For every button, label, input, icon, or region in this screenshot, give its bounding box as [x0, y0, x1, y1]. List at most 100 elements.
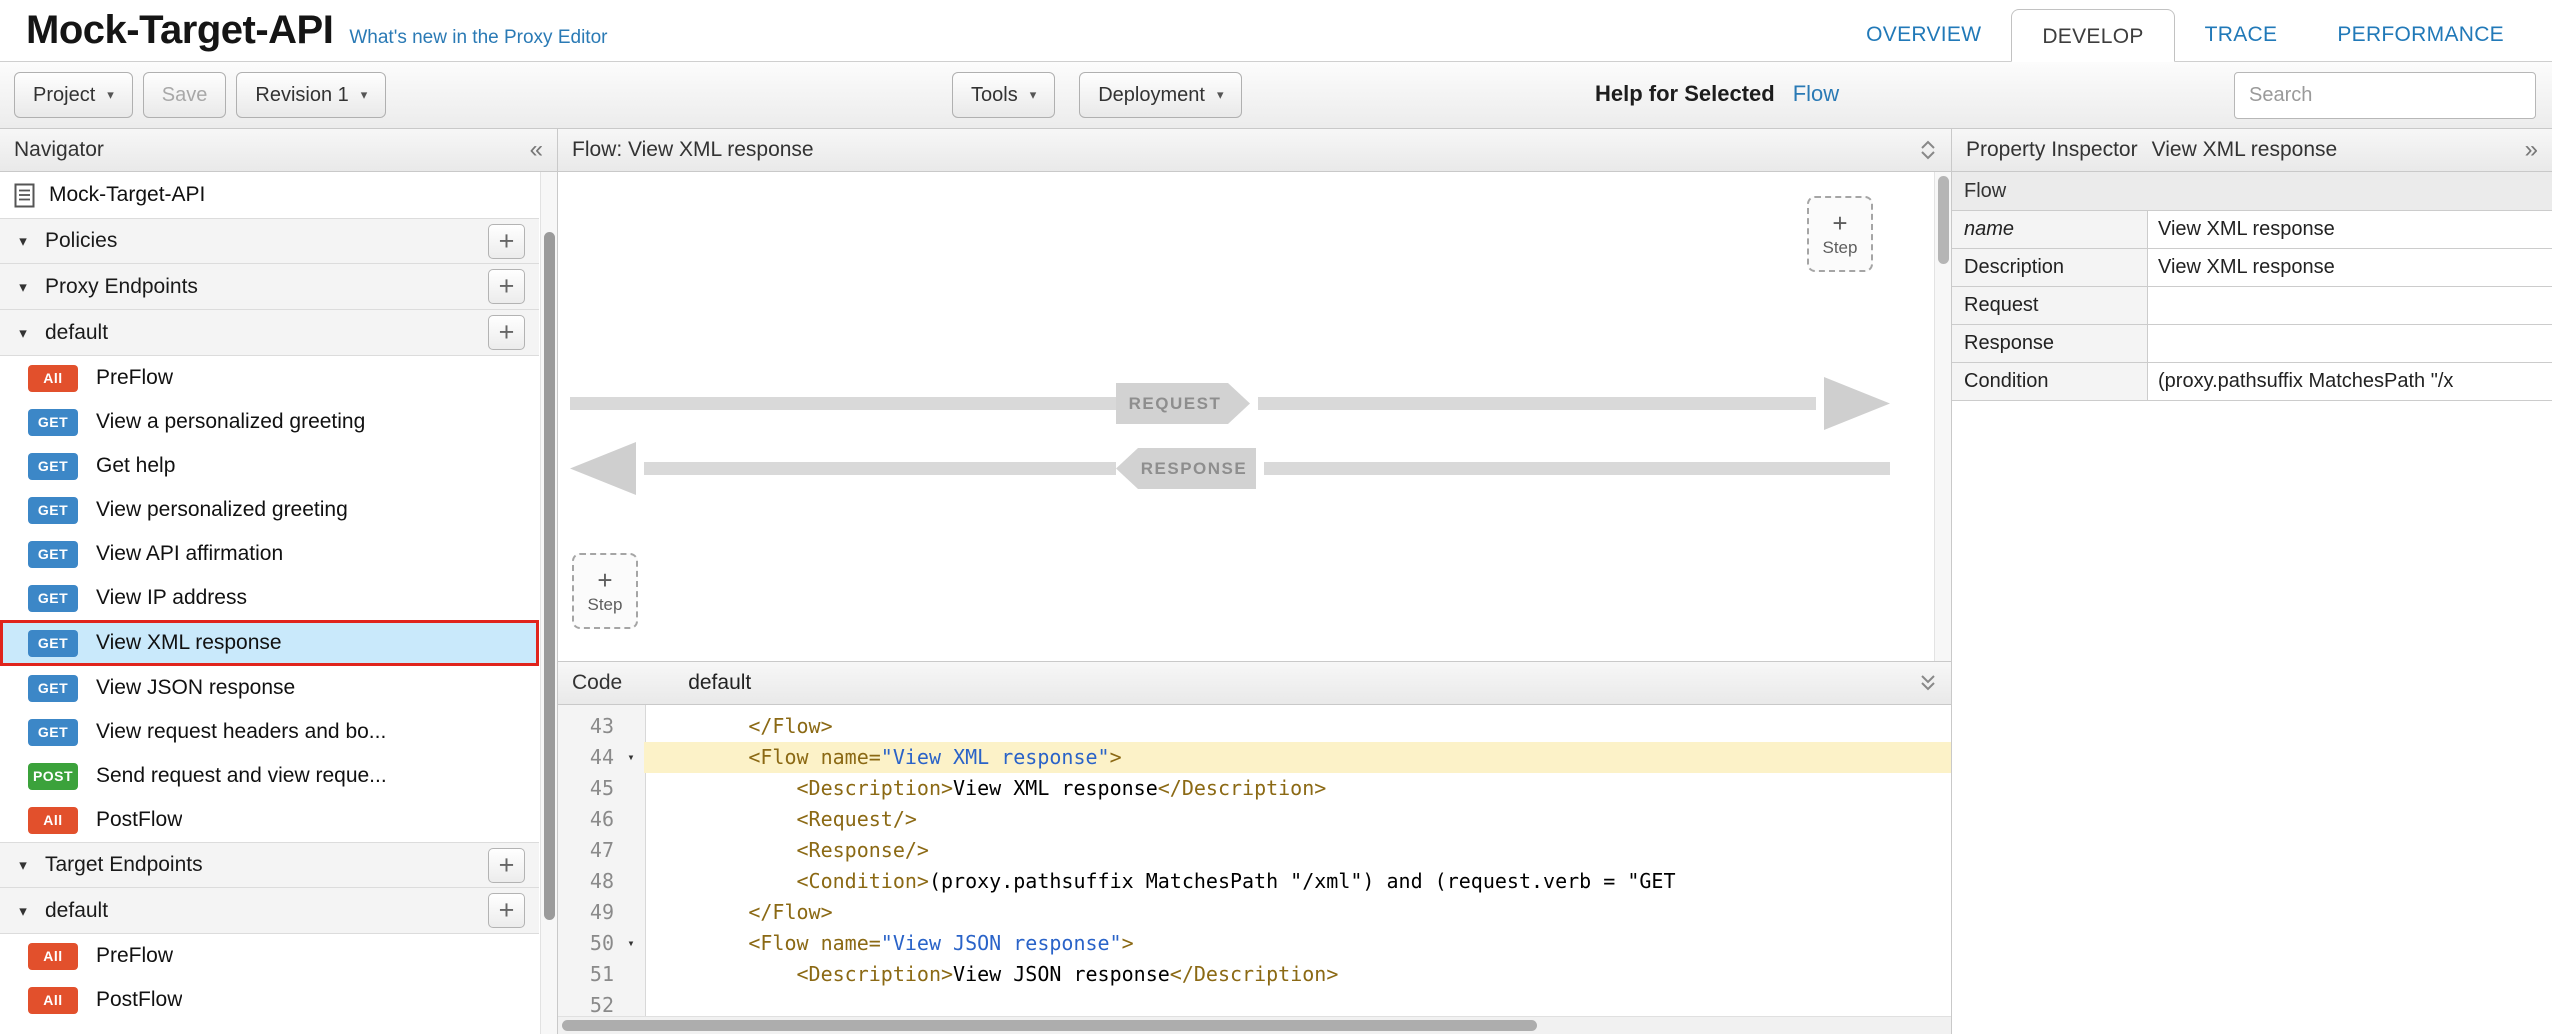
code-line[interactable]: 49 </Flow>: [558, 897, 1951, 928]
tab-performance[interactable]: PERFORMANCE: [2307, 8, 2534, 61]
nav-section-proxy-default[interactable]: ▾ default +: [0, 310, 539, 356]
fold-spacer: [618, 897, 644, 928]
add-proxy-endpoint-button[interactable]: +: [488, 269, 525, 304]
app-header: Mock-Target-API What's new in the Proxy …: [0, 0, 2552, 62]
nav-flow-item[interactable]: GETView personalized greeting: [0, 488, 539, 532]
add-target-flow-button[interactable]: +: [488, 893, 525, 928]
proxy-default-label: default: [45, 321, 108, 345]
flow-canvas-scrollbar[interactable]: [1934, 172, 1951, 661]
revision-menu-button[interactable]: Revision 1 ▾: [236, 72, 386, 118]
tab-overview[interactable]: OVERVIEW: [1836, 8, 2011, 61]
tab-trace[interactable]: TRACE: [2175, 8, 2308, 61]
nav-flow-item[interactable]: GETGet help: [0, 444, 539, 488]
toolbar: Project ▾ Save Revision 1 ▾ Tools ▾ Depl…: [0, 62, 2552, 129]
collapse-expand-vertical-icon[interactable]: [1919, 139, 1937, 161]
property-label: name: [1952, 211, 2148, 248]
nav-flow-label: PreFlow: [96, 366, 173, 390]
code-line[interactable]: 44▾ <Flow name="View XML response">: [558, 742, 1951, 773]
nav-flow-item[interactable]: AllPreFlow: [0, 934, 539, 978]
nav-flow-item[interactable]: GETView API affirmation: [0, 532, 539, 576]
fold-caret-icon[interactable]: ▾: [618, 742, 644, 773]
navigator-scrollbar[interactable]: [540, 172, 557, 1034]
code-horizontal-scrollbar[interactable]: [558, 1016, 1951, 1034]
code-line[interactable]: 50▾ <Flow name="View JSON response">: [558, 928, 1951, 959]
code-line-text: <Flow name="View JSON response">: [644, 928, 1951, 959]
nav-flow-label: View JSON response: [96, 676, 295, 700]
code-tab-default[interactable]: default: [688, 671, 751, 695]
collapse-navigator-icon[interactable]: «: [530, 138, 543, 162]
property-inspector-header: Property Inspector View XML response »: [1952, 129, 2552, 172]
add-target-endpoint-button[interactable]: +: [488, 848, 525, 883]
nav-flow-label: View XML response: [96, 631, 282, 655]
add-step-request-button[interactable]: + Step: [1807, 196, 1873, 272]
double-chevron-down-icon[interactable]: [1919, 672, 1937, 694]
tools-menu-button[interactable]: Tools ▾: [952, 72, 1055, 118]
nav-section-proxy-endpoints[interactable]: ▾ Proxy Endpoints +: [0, 264, 539, 310]
property-row: Condition(proxy.pathsuffix MatchesPath "…: [1952, 363, 2552, 401]
disclosure-triangle-icon[interactable]: ▾: [14, 232, 32, 250]
flow-panel-header: Flow: View XML response: [558, 129, 1951, 172]
add-policy-button[interactable]: +: [488, 224, 525, 259]
flow-panel-title: Flow: View XML response: [572, 138, 814, 162]
whats-new-link[interactable]: What's new in the Proxy Editor: [349, 27, 607, 49]
disclosure-triangle-icon[interactable]: ▾: [14, 278, 32, 296]
code-editor[interactable]: 43 </Flow>44▾ <Flow name="View XML respo…: [558, 705, 1951, 1034]
disclosure-triangle-icon[interactable]: ▾: [14, 856, 32, 874]
property-value[interactable]: View XML response: [2148, 211, 2552, 248]
nav-section-target-endpoints[interactable]: ▾ Target Endpoints +: [0, 842, 539, 888]
deployment-menu-button[interactable]: Deployment ▾: [1079, 72, 1242, 118]
nav-root-label: Mock-Target-API: [49, 183, 205, 207]
method-badge: GET: [28, 453, 78, 480]
method-badge: GET: [28, 585, 78, 612]
collapse-inspector-icon[interactable]: »: [2525, 138, 2538, 162]
nav-flow-item[interactable]: GETView JSON response: [0, 666, 539, 710]
nav-section-target-default[interactable]: ▾ default +: [0, 888, 539, 934]
code-line[interactable]: 46 <Request/>: [558, 804, 1951, 835]
disclosure-triangle-icon[interactable]: ▾: [14, 902, 32, 920]
property-section-header: Flow: [1952, 172, 2552, 211]
property-value[interactable]: (proxy.pathsuffix MatchesPath "/x: [2148, 363, 2552, 400]
nav-flow-item[interactable]: AllPostFlow: [0, 798, 539, 842]
tab-develop[interactable]: DEVELOP: [2011, 9, 2174, 62]
nav-flow-item[interactable]: AllPreFlow: [0, 356, 539, 400]
scrollbar-thumb[interactable]: [544, 232, 555, 920]
property-value[interactable]: View XML response: [2148, 249, 2552, 286]
property-value[interactable]: [2148, 287, 2552, 324]
scrollbar-thumb[interactable]: [562, 1020, 1537, 1031]
code-line-text: <Flow name="View XML response">: [644, 742, 1951, 773]
nav-flow-item-selected[interactable]: GETView XML response: [0, 620, 539, 666]
code-line[interactable]: 51 <Description>View JSON response</Desc…: [558, 959, 1951, 990]
nav-item-proxy-root[interactable]: Mock-Target-API: [0, 172, 539, 218]
code-lines: 43 </Flow>44▾ <Flow name="View XML respo…: [558, 711, 1951, 1021]
add-flow-button[interactable]: +: [488, 315, 525, 350]
nav-flow-item[interactable]: GETView request headers and bo...: [0, 710, 539, 754]
code-line[interactable]: 43 </Flow>: [558, 711, 1951, 742]
nav-section-policies[interactable]: ▾ Policies +: [0, 218, 539, 264]
save-button[interactable]: Save: [143, 72, 227, 118]
property-inspector-title: Property Inspector: [1966, 138, 2138, 162]
code-panel-title: Code: [572, 671, 622, 695]
line-number: 47: [558, 835, 618, 866]
fold-caret-icon[interactable]: ▾: [618, 928, 644, 959]
nav-flow-label: View request headers and bo...: [96, 720, 386, 744]
property-value[interactable]: [2148, 325, 2552, 362]
nav-flow-item[interactable]: GETView a personalized greeting: [0, 400, 539, 444]
disclosure-triangle-icon[interactable]: ▾: [14, 324, 32, 342]
help-flow-link[interactable]: Flow: [1793, 81, 1839, 107]
nav-flow-label: View a personalized greeting: [96, 410, 365, 434]
scrollbar-thumb[interactable]: [1938, 176, 1949, 264]
property-row: nameView XML response: [1952, 211, 2552, 249]
navigator-body: Mock-Target-API ▾ Policies + ▾ Proxy End…: [0, 172, 557, 1034]
line-number: 51: [558, 959, 618, 990]
nav-flow-item[interactable]: GETView IP address: [0, 576, 539, 620]
code-line[interactable]: 45 <Description>View XML response</Descr…: [558, 773, 1951, 804]
nav-flow-item[interactable]: AllPostFlow: [0, 978, 539, 1022]
toolbar-center-group: Tools ▾ Deployment ▾: [952, 72, 1242, 118]
code-line[interactable]: 48 <Condition>(proxy.pathsuffix MatchesP…: [558, 866, 1951, 897]
line-number: 49: [558, 897, 618, 928]
nav-flow-item[interactable]: POSTSend request and view reque...: [0, 754, 539, 798]
code-line[interactable]: 47 <Response/>: [558, 835, 1951, 866]
add-step-response-button[interactable]: + Step: [572, 553, 638, 629]
project-menu-button[interactable]: Project ▾: [14, 72, 133, 118]
search-input[interactable]: [2234, 72, 2536, 119]
